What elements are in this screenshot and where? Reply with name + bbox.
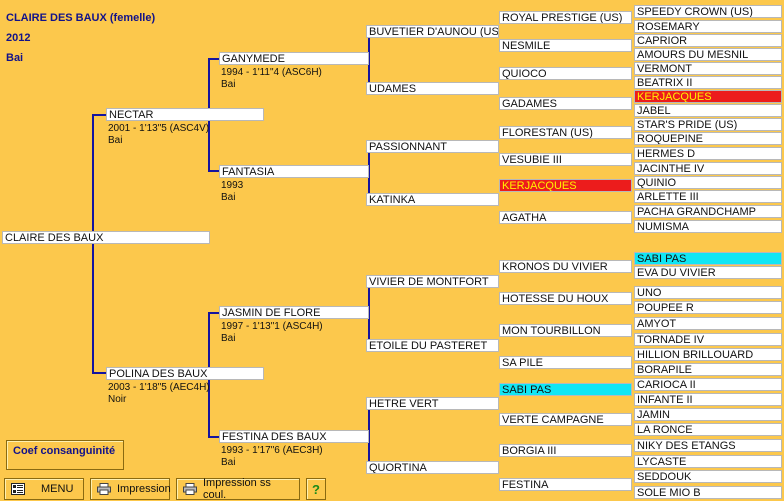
gen5-box-highlight-red[interactable]: KERJACQUES bbox=[634, 90, 782, 103]
gen2-info: 1993 - 1'17"6 (AEC3H) bbox=[221, 445, 323, 456]
gen5-box[interactable]: INFANTE II bbox=[634, 393, 782, 406]
help-button[interactable]: ? bbox=[306, 478, 326, 500]
connector-line bbox=[92, 114, 106, 116]
gen5-box[interactable]: LYCASTE bbox=[634, 455, 782, 468]
gen5-box[interactable]: HILLION BRILLOUARD bbox=[634, 348, 782, 361]
menu-label: MENU bbox=[41, 483, 74, 495]
gen5-box[interactable]: BEATRIX II bbox=[634, 76, 782, 89]
gen4-box[interactable]: VESUBIE III bbox=[499, 153, 632, 166]
gen5-box[interactable]: AMYOT bbox=[634, 317, 782, 330]
gen5-box[interactable]: QUINIO bbox=[634, 176, 782, 189]
gen5-box[interactable]: JABEL bbox=[634, 104, 782, 117]
gen5-box[interactable]: HERMES D bbox=[634, 147, 782, 160]
gen5-box[interactable]: PACHA GRANDCHAMP bbox=[634, 205, 782, 218]
gen2-box[interactable]: FANTASIA bbox=[219, 165, 369, 178]
gen5-box[interactable]: NIKY DES ETANGS bbox=[634, 439, 782, 452]
gen4-box[interactable]: HOTESSE DU HOUX bbox=[499, 292, 632, 305]
gen4-box[interactable]: VERTE CAMPAGNE bbox=[499, 413, 632, 426]
gen2-box[interactable]: JASMIN DE FLORE bbox=[219, 306, 369, 319]
gen4-box[interactable]: BORGIA III bbox=[499, 444, 632, 457]
gen5-box[interactable]: EVA DU VIVIER bbox=[634, 266, 782, 279]
gen4-box[interactable]: ROYAL PRESTIGE (US) bbox=[499, 11, 632, 24]
gen5-box[interactable]: ARLETTE III bbox=[634, 190, 782, 203]
gen4-box[interactable]: NESMILE bbox=[499, 39, 632, 52]
print-nocolor-button[interactable]: Impression ss coul. bbox=[176, 477, 300, 501]
gen5-box[interactable]: BORAPILE bbox=[634, 363, 782, 376]
print-nocolor-label: Impression ss coul. bbox=[203, 477, 271, 501]
horse-year: 2012 bbox=[6, 32, 31, 44]
gen4-box[interactable]: QUIOCO bbox=[499, 67, 632, 80]
gen2-box[interactable]: GANYMEDE bbox=[219, 52, 369, 65]
coef-consanguinite-button[interactable]: Coef consanguinité bbox=[6, 440, 124, 470]
subject-horse[interactable]: CLAIRE DES BAUX bbox=[2, 231, 210, 244]
gen4-box[interactable]: MON TOURBILLON bbox=[499, 324, 632, 337]
gen5-box[interactable]: JAMIN bbox=[634, 408, 782, 421]
sire-coat: Bai bbox=[108, 135, 123, 146]
gen3-box[interactable]: ETOILE DU PASTERET bbox=[366, 339, 499, 352]
gen5-box[interactable]: ROQUEPINE bbox=[634, 132, 782, 145]
gen4-box[interactable]: SA PILE bbox=[499, 356, 632, 369]
gen3-box[interactable]: KATINKA bbox=[366, 193, 499, 206]
gen5-box[interactable]: NUMISMA bbox=[634, 220, 782, 233]
horse-title: CLAIRE DES BAUX (femelle) bbox=[6, 12, 156, 24]
gen5-box[interactable]: AMOURS DU MESNIL bbox=[634, 48, 782, 61]
gen5-box[interactable]: VERMONT bbox=[634, 62, 782, 75]
gen5-box-highlight-cyan[interactable]: SABI PAS bbox=[634, 252, 782, 265]
gen5-box[interactable]: CAPRIOR bbox=[634, 34, 782, 47]
gen4-box[interactable]: AGATHA bbox=[499, 211, 632, 224]
gen3-box[interactable]: UDAMES bbox=[366, 82, 499, 95]
horse-coat: Bai bbox=[6, 52, 24, 64]
gen5-box[interactable]: POUPEE R bbox=[634, 301, 782, 314]
dam-box[interactable]: POLINA DES BAUX bbox=[106, 367, 264, 380]
print-button[interactable]: Impression bbox=[90, 478, 171, 500]
gen2-coat: Bai bbox=[221, 333, 236, 344]
printer-icon bbox=[183, 483, 197, 495]
gen2-coat: Bai bbox=[221, 192, 236, 203]
gen4-box[interactable]: KRONOS DU VIVIER bbox=[499, 260, 632, 273]
dam-coat: Noir bbox=[108, 394, 127, 405]
help-icon: ? bbox=[312, 481, 320, 497]
gen4-box[interactable]: FESTINA bbox=[499, 478, 632, 491]
gen2-coat: Bai bbox=[221, 79, 236, 90]
printer-icon bbox=[97, 483, 111, 495]
sire-box[interactable]: NECTAR bbox=[106, 108, 264, 121]
gen2-coat: Bai bbox=[221, 457, 236, 468]
connector-line bbox=[92, 372, 106, 374]
gen3-box[interactable]: BUVETIER D'AUNOU (US) bbox=[366, 25, 499, 38]
gen5-box[interactable]: STAR'S PRIDE (US) bbox=[634, 118, 782, 131]
gen3-box[interactable]: QUORTINA bbox=[366, 461, 499, 474]
gen3-box[interactable]: VIVIER DE MONTFORT bbox=[366, 275, 499, 288]
gen2-info: 1994 - 1'11"4 (ASC6H) bbox=[221, 67, 322, 78]
gen5-box[interactable]: UNO bbox=[634, 286, 782, 299]
gen2-info: 1997 - 1'13"1 (ASC4H) bbox=[221, 321, 323, 332]
gen5-box[interactable]: JACINTHE IV bbox=[634, 162, 782, 175]
print-label: Impression bbox=[117, 483, 171, 495]
gen4-box[interactable]: GADAMES bbox=[499, 97, 632, 110]
menu-button[interactable]: MENU bbox=[4, 478, 84, 500]
gen2-info: 1993 bbox=[221, 180, 244, 191]
gen5-box[interactable]: SPEEDY CROWN (US) bbox=[634, 5, 782, 18]
gen4-box-highlight-cyan[interactable]: SABI PAS bbox=[499, 383, 632, 396]
gen3-box[interactable]: PASSIONNANT bbox=[366, 140, 499, 153]
gen5-box[interactable]: SEDDOUK bbox=[634, 470, 782, 483]
gen2-box[interactable]: FESTINA DES BAUX bbox=[219, 430, 369, 443]
sire-info: 2001 - 1'13"5 (ASC4V) bbox=[108, 123, 210, 134]
gen5-box[interactable]: TORNADE IV bbox=[634, 333, 782, 346]
gen5-box[interactable]: LA RONCE bbox=[634, 423, 782, 436]
gen3-box[interactable]: HETRE VERT bbox=[366, 397, 499, 410]
gen5-box[interactable]: SOLE MIO B bbox=[634, 486, 782, 499]
menu-grid-icon bbox=[11, 483, 25, 495]
gen5-box[interactable]: CARIOCA II bbox=[634, 378, 782, 391]
gen4-box-highlight-red[interactable]: KERJACQUES bbox=[499, 179, 632, 192]
gen5-box[interactable]: ROSEMARY bbox=[634, 20, 782, 33]
pedigree-window: CLAIRE DES BAUX (femelle) 2012 Bai CLAIR… bbox=[0, 0, 784, 501]
dam-info: 2003 - 1'18"5 (AEC4H) bbox=[108, 382, 210, 393]
gen4-box[interactable]: FLORESTAN (US) bbox=[499, 126, 632, 139]
